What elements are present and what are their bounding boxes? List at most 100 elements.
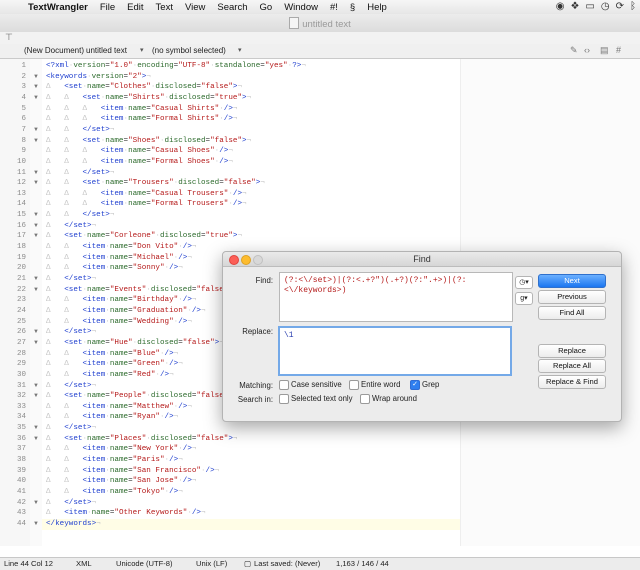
fold-toggle-icon[interactable]: ▼ — [31, 434, 41, 445]
menu-help[interactable]: Help — [361, 2, 393, 13]
code-line[interactable]: </keywords>¬ — [46, 519, 101, 530]
code-line[interactable]: Δ Δ </set>¬ — [46, 168, 114, 179]
code-line[interactable]: <keywords·version="2">¬ — [46, 72, 151, 83]
fold-toggle-icon[interactable]: ▼ — [31, 221, 41, 232]
code-line[interactable]: Δ Δ </set>¬ — [46, 125, 114, 136]
menu-edit[interactable]: Edit — [121, 2, 149, 13]
fold-toggle-icon[interactable]: ▼ — [31, 125, 41, 136]
code-line[interactable]: Δ Δ <item·name="Ryan"·/>¬ — [46, 412, 178, 423]
bluetooth-icon[interactable]: ᛒ — [630, 1, 636, 12]
code-line[interactable]: Δ Δ Δ <item·name="Formal Trousers"·/>¬ — [46, 199, 247, 210]
code-line[interactable]: Δ <set·name="Events"·disclosed="false">¬ — [46, 285, 237, 296]
fold-toggle-icon[interactable]: ▼ — [31, 274, 41, 285]
menu-go[interactable]: Go — [254, 2, 279, 13]
fold-toggle-icon[interactable]: ▼ — [31, 82, 41, 93]
code-line[interactable]: Δ Δ <item·name="Paris"·/>¬ — [46, 455, 183, 466]
menu-app[interactable]: TextWrangler — [22, 2, 94, 13]
code-line[interactable]: Δ </set>¬ — [46, 221, 96, 232]
code-line[interactable]: Δ <set·name="People"·disclosed="false">¬ — [46, 391, 237, 402]
code-line[interactable]: Δ </set>¬ — [46, 423, 96, 434]
fold-toggle-icon[interactable]: ▼ — [31, 498, 41, 509]
code-line[interactable]: Δ Δ <item·name="Sonny"·/>¬ — [46, 263, 183, 274]
code-line[interactable]: Δ <set·name="Corleone"·disclosed="true">… — [46, 231, 242, 242]
sync-icon[interactable]: ⟳ — [616, 1, 624, 12]
fold-toggle-icon[interactable]: ▼ — [31, 231, 41, 242]
sidebar-toggle-icon[interactable]: ⊤ — [5, 32, 13, 43]
code-line[interactable]: Δ Δ Δ <item·name="Formal Shoes"·/>¬ — [46, 157, 233, 168]
replace-button[interactable]: Replace — [538, 344, 606, 358]
menu-file[interactable]: File — [94, 2, 121, 13]
selected-text-only-checkbox[interactable] — [279, 394, 289, 404]
encoding-popup[interactable]: Unicode (UTF-8) — [116, 559, 173, 568]
code-line[interactable]: Δ Δ <item·name="Green"·/>¬ — [46, 359, 183, 370]
code-line[interactable]: Δ Δ <item·name="Wedding"·/>¬ — [46, 317, 192, 328]
adobe-cc-icon[interactable]: ◉ — [556, 1, 565, 12]
fold-toggle-icon[interactable]: ▼ — [31, 285, 41, 296]
symbol-popup[interactable]: (no symbol selected) — [152, 46, 226, 55]
fold-toggle-icon[interactable]: ▼ — [31, 327, 41, 338]
fold-toggle-icon[interactable]: ▼ — [31, 72, 41, 83]
code-line[interactable]: Δ Δ <item·name="Red"·/>¬ — [46, 370, 174, 381]
selected-text-only-label[interactable]: Selected text only — [291, 394, 353, 403]
replace-and-find-button[interactable]: Replace & Find — [538, 375, 606, 389]
fold-toggle-icon[interactable]: ▼ — [31, 168, 41, 179]
dropbox-icon[interactable]: ❖ — [570, 1, 579, 12]
fold-toggle-icon[interactable]: ▼ — [31, 338, 41, 349]
code-line[interactable]: Δ Δ <item·name="New York"·/>¬ — [46, 444, 196, 455]
fold-toggle-icon[interactable]: ▼ — [31, 391, 41, 402]
entire-word-label[interactable]: Entire word — [361, 380, 400, 389]
code-line[interactable]: Δ </set>¬ — [46, 327, 96, 338]
open-documents-item[interactable]: (New Document) — [24, 46, 84, 55]
menu-view[interactable]: View — [179, 2, 211, 13]
document-stats[interactable]: 1,163 / 146 / 44 — [336, 559, 389, 568]
fold-toggle-icon[interactable]: ▼ — [31, 519, 41, 530]
entire-word-checkbox[interactable] — [349, 380, 359, 390]
script-icon[interactable]: § — [344, 2, 361, 13]
language-popup[interactable]: XML — [76, 559, 92, 568]
fold-toggle-icon[interactable]: ▼ — [31, 423, 41, 434]
replace-field[interactable]: \1 — [278, 326, 512, 376]
code-line[interactable]: Δ </set>¬ — [46, 498, 96, 509]
menu-window[interactable]: Window — [278, 2, 324, 13]
code-line[interactable]: Δ </set>¬ — [46, 381, 96, 392]
code-line[interactable]: Δ Δ Δ <item·name="Casual Shoes"·/>¬ — [46, 146, 233, 157]
cursor-position[interactable]: Line 44 Col 12 — [4, 559, 53, 568]
time-machine-icon[interactable]: ◷ — [601, 1, 610, 12]
code-line[interactable]: Δ <set·name="Places"·disclosed="false">¬ — [46, 434, 237, 445]
fold-toggle-icon[interactable]: ▼ — [31, 93, 41, 104]
code-line[interactable]: Δ Δ <item·name="Michael"·/>¬ — [46, 253, 192, 264]
find-field[interactable]: (?:<\/set>)|(?:<.+?")(.+?)(?:".+>)|(?:<\… — [279, 272, 513, 322]
airplay-icon[interactable]: ▭ — [585, 1, 594, 12]
previous-button[interactable]: Previous — [538, 290, 606, 304]
code-line[interactable]: Δ Δ <item·name="San Jose"·/>¬ — [46, 476, 196, 487]
code-line[interactable]: Δ Δ </set>¬ — [46, 210, 114, 221]
menu-text[interactable]: Text — [150, 2, 179, 13]
case-sensitive-checkbox[interactable] — [279, 380, 289, 390]
case-sensitive-label[interactable]: Case sensitive — [291, 380, 342, 389]
code-line[interactable]: Δ Δ <set·name="Shoes"·disclosed="false">… — [46, 136, 251, 147]
grep-label[interactable]: Grep — [422, 380, 439, 389]
pencil-icon[interactable]: ✎ — [570, 45, 578, 56]
recent-searches-icon[interactable]: ◷▾ — [515, 276, 533, 289]
code-line[interactable]: Δ Δ <set·name="Trousers"·disclosed="fals… — [46, 178, 265, 189]
code-line[interactable]: <?xml·version="1.0"·encoding="UTF-8"·sta… — [46, 61, 306, 72]
fold-toggle-icon[interactable]: ▼ — [31, 381, 41, 392]
code-line[interactable]: Δ <set·name="Hue"·disclosed="false">¬ — [46, 338, 224, 349]
code-line[interactable]: Δ Δ Δ <item·name="Casual Shirts"·/>¬ — [46, 104, 237, 115]
code-line[interactable]: Δ Δ <item·name="Tokyo"·/>¬ — [46, 487, 183, 498]
find-all-button[interactable]: Find All — [538, 306, 606, 320]
code-line[interactable]: Δ Δ <item·name="Don Vito"·/>¬ — [46, 242, 196, 253]
wrap-around-checkbox[interactable] — [360, 394, 370, 404]
menu-search[interactable]: Search — [211, 2, 253, 13]
code-line[interactable]: Δ Δ <set·name="Shirts"·disclosed="true">… — [46, 93, 251, 104]
code-line[interactable]: Δ Δ <item·name="Blue"·/>¬ — [46, 349, 178, 360]
document-properties-icon[interactable]: ▤ — [600, 45, 609, 56]
code-line[interactable]: Δ Δ <item·name="Graduation"·/>¬ — [46, 306, 206, 317]
code-line[interactable]: Δ Δ <item·name="Matthew"·/>¬ — [46, 402, 192, 413]
code-line[interactable]: Δ Δ <item·name="San Francisco"·/>¬ — [46, 466, 219, 477]
grep-patterns-icon[interactable]: g▾ — [515, 292, 533, 305]
code-line[interactable]: Δ Δ Δ <item·name="Formal Shirts"·/>¬ — [46, 114, 237, 125]
find-dialog-title-bar[interactable]: Find — [223, 252, 621, 267]
wrap-around-label[interactable]: Wrap around — [372, 394, 417, 403]
fold-toggle-icon[interactable]: ▼ — [31, 136, 41, 147]
